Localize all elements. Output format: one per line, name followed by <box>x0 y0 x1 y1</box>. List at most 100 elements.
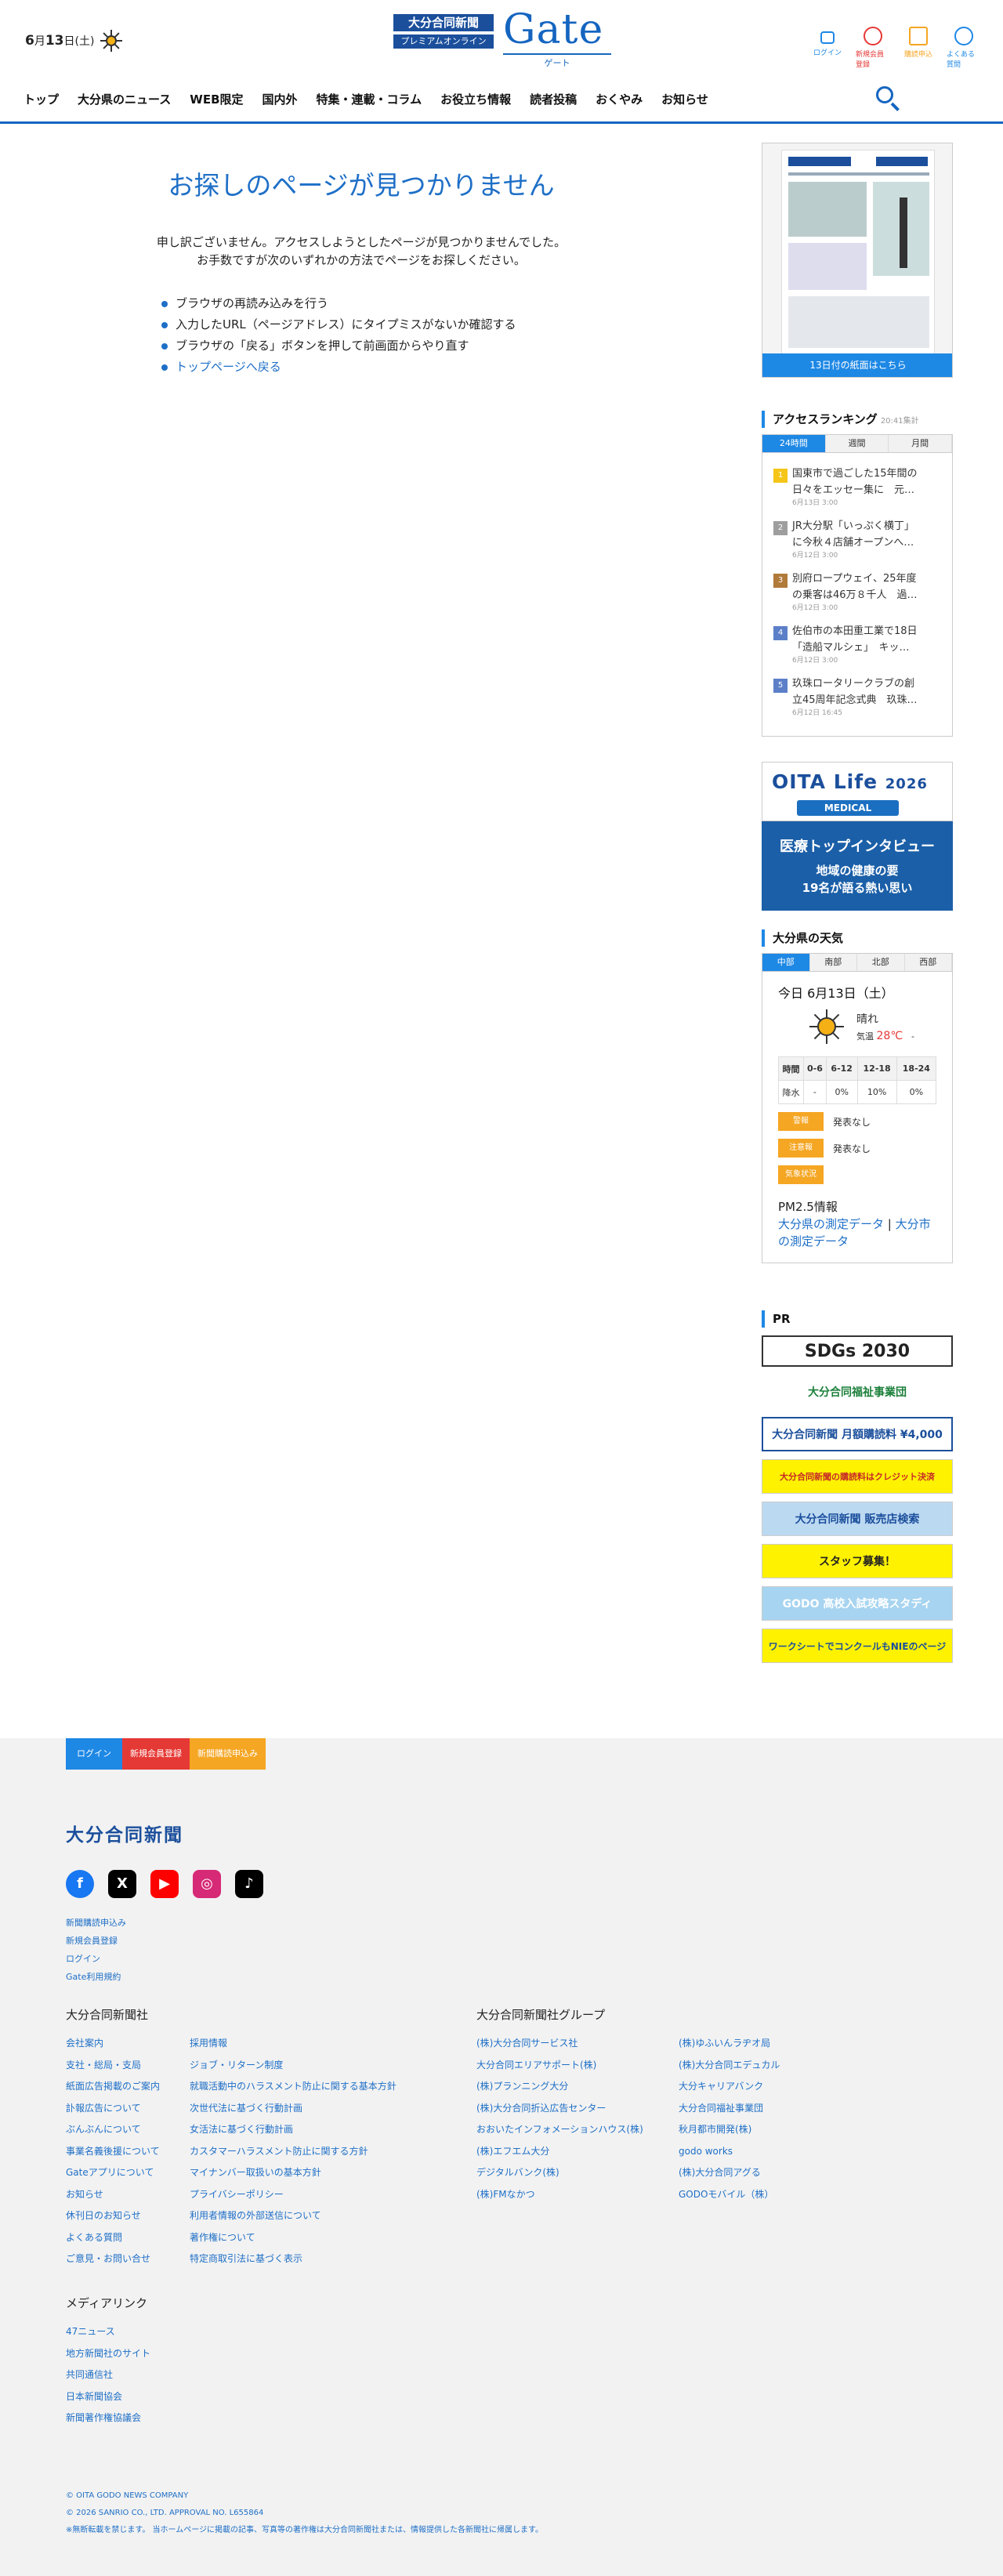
pm25-prefecture-link[interactable]: 大分県の測定データ <box>778 1217 884 1231</box>
footer-link[interactable]: 特定商取引法に基づく表示 <box>190 2248 396 2270</box>
nav-oita-news[interactable]: 大分県のニュース <box>78 91 171 107</box>
footer-link[interactable]: (株)大分合同エデュカル <box>679 2055 780 2077</box>
x-icon[interactable]: X <box>108 1870 136 1898</box>
tab-south[interactable]: 南部 <box>809 954 857 971</box>
footer-link[interactable]: Gate利用規約 <box>66 1968 126 1986</box>
footer-link[interactable]: ジョブ・リターン制度 <box>190 2055 396 2077</box>
footer-link[interactable]: 47ニュース <box>66 2321 150 2343</box>
subscribe-button[interactable]: 購読申込 <box>901 27 936 69</box>
footer-link[interactable]: カスタマーハラスメント防止に関する方針 <box>190 2141 396 2163</box>
footer-link[interactable]: 採用情報 <box>190 2033 396 2055</box>
ranking-item[interactable]: 4 佐伯市の本田重工業で18日 「造船マルシェ」 キッ… 6月12日 3:00 <box>773 623 941 665</box>
footer-link[interactable]: 地方新聞社のサイト <box>66 2343 150 2365</box>
footer-link[interactable]: ぶんぶんについて <box>66 2119 160 2141</box>
footer-link[interactable]: (株)大分合同サービス社 <box>476 2033 643 2055</box>
footer-link[interactable]: (株)大分合同アグる <box>679 2162 780 2184</box>
tab-west[interactable]: 西部 <box>904 954 952 971</box>
footer-link[interactable]: (株)プランニング大分 <box>476 2076 643 2098</box>
credit-payment-banner[interactable]: 大分合同新聞の購読料はクレジット決済 <box>762 1459 953 1494</box>
nav-obituaries[interactable]: おくやみ <box>596 91 643 107</box>
tab-weekly[interactable]: 週間 <box>825 435 889 452</box>
welfare-banner[interactable]: 大分合同福祉事業団 <box>762 1375 953 1409</box>
back-to-top-link[interactable]: トップページへ戻る <box>176 360 281 374</box>
footer-link[interactable]: 紙面広告掲載のご案内 <box>66 2076 160 2098</box>
youtube-icon[interactable]: ▶ <box>150 1870 179 1898</box>
exam-study-banner[interactable]: GODO 高校入試攻略スタディ <box>762 1586 953 1621</box>
ranking-item[interactable]: 3 別府ロープウェイ、25年度 の乗客は46万８千人 過… 6月12日 3:00 <box>773 571 941 613</box>
footer-link[interactable]: GODOモバイル（株） <box>679 2184 780 2206</box>
footer-link[interactable]: ご意見・お問い合せ <box>66 2248 160 2270</box>
footer-link[interactable]: godo works <box>679 2141 780 2163</box>
footer-link[interactable]: お知らせ <box>66 2184 160 2206</box>
login-button[interactable]: ログイン <box>810 27 845 69</box>
footer-link[interactable]: 事業名義後援について <box>66 2141 160 2163</box>
footer-link[interactable]: 秋月都市開発(株) <box>679 2119 780 2141</box>
todays-paper-caption[interactable]: 13日付の紙面はこちら <box>762 353 952 377</box>
nie-banner[interactable]: ワークシートでコンクールもNIEのページ <box>762 1629 953 1663</box>
tiktok-icon[interactable]: ♪ <box>235 1870 263 1898</box>
footer-link[interactable]: プライバシーポリシー <box>190 2184 396 2206</box>
nav-web-only[interactable]: WEB限定 <box>190 91 243 107</box>
footer-link[interactable]: (株)FMなかつ <box>476 2184 643 2206</box>
footer-link[interactable]: (株)エフエム大分 <box>476 2141 643 2163</box>
footer-link[interactable]: 大分合同エリアサポート(株) <box>476 2055 643 2077</box>
footer-logo[interactable]: 大分合同新聞 <box>66 1820 183 1846</box>
footer-link[interactable]: 著作権について <box>190 2227 396 2249</box>
oita-life-banner[interactable]: OITA Life 2026 MEDICAL 医療トップインタビュー 地域の健康… <box>762 762 953 911</box>
register-button[interactable]: 新規会員登録 <box>856 27 890 69</box>
sdgs-banner[interactable]: SDGs 2030 <box>762 1335 953 1367</box>
footer-link[interactable]: Gateアプリについて <box>66 2162 160 2184</box>
footer-link[interactable]: (株)ゆふいんラヂオ局 <box>679 2033 780 2055</box>
footer-link[interactable]: 利用者情報の外部送信について <box>190 2205 396 2227</box>
nav-notices[interactable]: お知らせ <box>661 91 708 107</box>
footer-link[interactable]: 大分キャリアバンク <box>679 2076 780 2098</box>
footer-link[interactable]: 休刊日のお知らせ <box>66 2205 160 2227</box>
footer-link[interactable]: 共同通信社 <box>66 2364 150 2386</box>
footer-link[interactable]: ログイン <box>66 1950 126 1968</box>
todays-paper-card[interactable]: 13日付の紙面はこちら <box>762 143 953 378</box>
tab-central[interactable]: 中部 <box>762 954 810 971</box>
footer-link[interactable]: 支社・総局・支局 <box>66 2055 160 2077</box>
footer-link[interactable]: 訃報広告について <box>66 2098 160 2120</box>
ranking-item[interactable]: 2 JR大分駅「いっぷく横丁」 に今秋４店舗オープンへ… 6月12日 3:00 <box>773 518 941 560</box>
pm25-city-link-2[interactable]: の測定データ <box>778 1234 849 1248</box>
site-logo[interactable]: 大分合同新聞 プレミアムオンライン Gate ゲート <box>393 6 613 68</box>
footer-link[interactable]: 会社案内 <box>66 2033 160 2055</box>
subscription-price-banner[interactable]: 大分合同新聞 月額購読料 ¥4,000 <box>762 1417 953 1451</box>
footer-subscribe-button[interactable]: 新聞購読申込み <box>190 1738 266 1770</box>
advisory-badge[interactable]: 注意報 <box>778 1139 824 1158</box>
instagram-icon[interactable]: ◎ <box>193 1870 221 1898</box>
footer-link[interactable]: 新聞著作権協議会 <box>66 2408 150 2429</box>
footer-link[interactable]: 大分合同福祉事業団 <box>679 2098 780 2120</box>
facebook-icon[interactable]: f <box>66 1870 94 1898</box>
shop-search-banner[interactable]: 大分合同新聞 販売店検索 <box>762 1502 953 1536</box>
footer-link[interactable]: 女活法に基づく行動計画 <box>190 2119 396 2141</box>
tab-24h[interactable]: 24時間 <box>762 435 826 452</box>
footer-link[interactable]: デジタルバンク(株) <box>476 2162 643 2184</box>
footer-link[interactable]: 新聞購読申込み <box>66 1914 126 1932</box>
footer-link[interactable]: マイナンバー取扱いの基本方針 <box>190 2162 396 2184</box>
faq-button[interactable]: よくある質問 <box>947 27 981 69</box>
nav-reader-posts[interactable]: 読者投稿 <box>530 91 577 107</box>
nav-features[interactable]: 特集・連載・コラム <box>317 91 422 107</box>
footer-link[interactable]: (株)大分合同折込広告センター <box>476 2098 643 2120</box>
footer-link[interactable]: おおいたインフォメーションハウス(株) <box>476 2119 643 2141</box>
footer-link[interactable]: よくある質問 <box>66 2227 160 2249</box>
footer-login-button[interactable]: ログイン <box>66 1738 122 1770</box>
footer-link[interactable]: 次世代法に基づく行動計画 <box>190 2098 396 2120</box>
ranking-item[interactable]: 5 玖珠ロータリークラブの創 立45周年記念式典 玖珠… 6月12日 16:45 <box>773 676 941 718</box>
ranking-item[interactable]: 1 国東市で過ごした15年間の 日々をエッセー集に 元… 6月13日 3:00 <box>773 466 941 508</box>
pm25-city-link[interactable]: 大分市 <box>896 1217 931 1231</box>
footer-link[interactable]: 日本新聞協会 <box>66 2386 150 2408</box>
tab-monthly[interactable]: 月間 <box>889 435 953 452</box>
staff-recruit-banner[interactable]: スタッフ募集！ <box>762 1544 953 1578</box>
search-icon[interactable] <box>874 85 903 113</box>
footer-link[interactable]: 新規会員登録 <box>66 1932 126 1950</box>
conditions-badge[interactable]: 気象状況 <box>778 1165 824 1184</box>
tab-north[interactable]: 北部 <box>857 954 905 971</box>
nav-useful-info[interactable]: お役立ち情報 <box>440 91 511 107</box>
footer-register-button[interactable]: 新規会員登録 <box>122 1738 190 1770</box>
footer-link[interactable]: 就職活動中のハラスメント防止に関する基本方針 <box>190 2076 396 2098</box>
warning-badge[interactable]: 警報 <box>778 1112 824 1131</box>
nav-domestic-world[interactable]: 国内外 <box>263 91 298 107</box>
